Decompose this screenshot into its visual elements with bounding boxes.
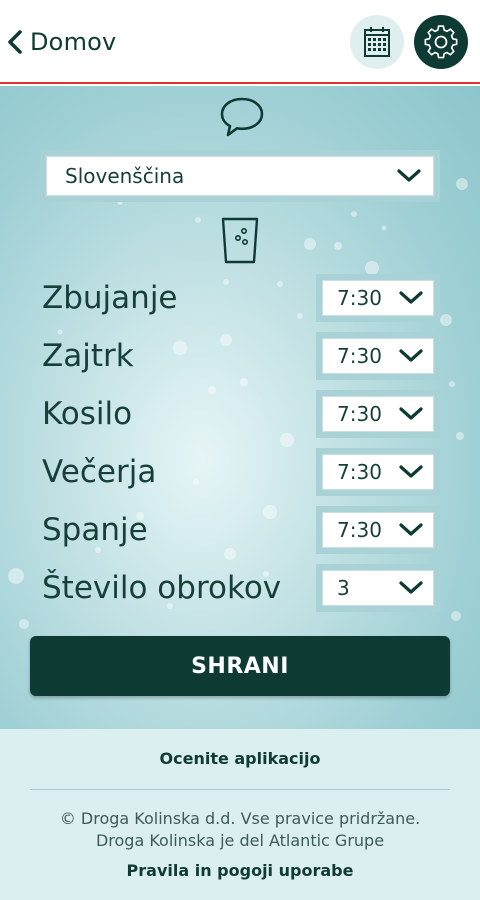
rate-app-link[interactable]: Ocenite aplikacijo [0,749,480,768]
row-label: Zajtrk [42,338,134,374]
water-glass-icon [221,217,259,264]
chevron-down-icon [399,581,423,594]
gear-icon [424,25,458,59]
time-select[interactable]: 7:30 [322,396,434,432]
time-value: 7:30 [337,402,382,426]
save-button[interactable]: SHRANI [30,636,450,696]
chevron-down-icon [399,407,423,420]
chevron-down-icon [399,523,423,536]
meal-row-sleep: Spanje 7:30 [0,506,480,554]
chevron-left-icon [8,30,22,54]
time-select-wrapper: 7:30 [316,332,440,380]
meal-count-row: Število obrokov 3 [0,564,480,612]
row-label: Večerja [42,454,157,490]
time-select-wrapper: 7:30 [316,390,440,438]
row-label: Zbujanje [42,280,178,316]
time-value: 7:30 [337,518,382,542]
calendar-icon [364,27,390,57]
chevron-down-icon [399,349,423,362]
settings-panel: Slovenščina Zbujanje 7:30 Zajtrk 7:30 Ko… [0,86,480,729]
row-label: Število obrokov [42,570,282,606]
meal-row-dinner: Večerja 7:30 [0,448,480,496]
time-select-wrapper: 7:30 [316,448,440,496]
row-label: Kosilo [42,396,133,432]
row-label: Spanje [42,512,148,548]
meal-row-breakfast: Zajtrk 7:30 [0,332,480,380]
time-value: 7:30 [337,286,382,310]
time-select-wrapper: 7:30 [316,506,440,554]
meal-count-value: 3 [337,576,350,600]
time-select[interactable]: 7:30 [322,512,434,548]
footer: Ocenite aplikacijo © Droga Kolinska d.d.… [0,729,480,900]
language-select[interactable]: Slovenščina [46,156,434,196]
speech-bubble-icon [220,97,264,137]
time-select[interactable]: 7:30 [322,454,434,490]
chevron-down-icon [399,291,423,304]
calendar-button[interactable] [350,15,404,69]
count-select-wrapper: 3 [316,564,440,612]
time-value: 7:30 [337,460,382,484]
language-value: Slovenščina [65,164,185,188]
meal-count-select[interactable]: 3 [322,570,434,606]
footer-divider [30,789,450,790]
chevron-down-icon [397,169,421,182]
language-select-wrapper: Slovenščina [40,150,440,202]
app-header: Domov [0,0,480,84]
back-button[interactable]: Domov [4,22,116,62]
settings-button[interactable] [414,15,468,69]
time-value: 7:30 [337,344,382,368]
meal-row-lunch: Kosilo 7:30 [0,390,480,438]
terms-link[interactable]: Pravila in pogoji uporabe [0,861,480,880]
copyright-text-group: Droga Kolinska je del Atlantic Grupe [95,831,385,850]
back-label: Domov [30,28,117,56]
chevron-down-icon [399,465,423,478]
time-select-wrapper: 7:30 [316,274,440,322]
time-select[interactable]: 7:30 [322,280,434,316]
copyright-text: © Droga Kolinska d.d. Vse pravice pridrž… [59,809,421,828]
meal-row-wakeup: Zbujanje 7:30 [0,274,480,322]
time-select[interactable]: 7:30 [322,338,434,374]
